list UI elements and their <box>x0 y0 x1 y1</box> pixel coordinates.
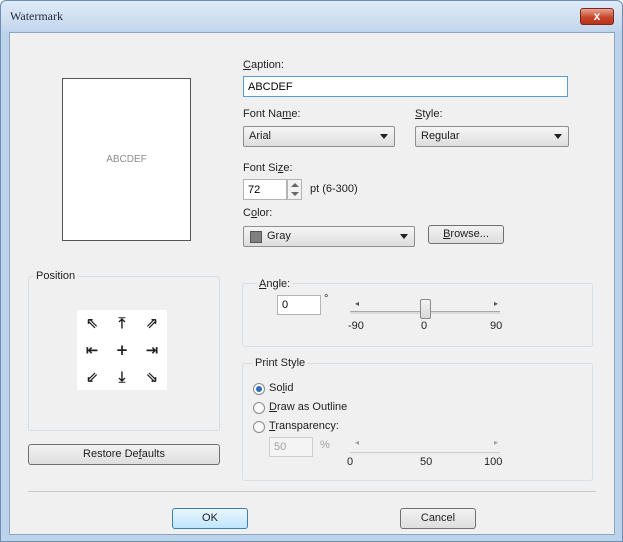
tick-right-icon: ▸ <box>494 299 499 308</box>
close-icon: x <box>593 9 601 23</box>
angle-min-label: -90 <box>348 320 364 332</box>
tick-left-icon: ◂ <box>355 299 360 308</box>
angle-max-label: 90 <box>490 320 503 332</box>
tick-right-icon: ▸ <box>494 438 499 447</box>
spin-down-icon[interactable] <box>291 192 299 196</box>
chevron-down-icon <box>380 134 388 139</box>
arrow-bottom-left-icon[interactable]: ⇙ <box>77 364 107 390</box>
dialog-body: ABCDEF Caption: Font Name: Arial Style: … <box>9 32 615 535</box>
transparency-min-label: 0 <box>347 456 354 468</box>
footer-divider <box>28 491 596 492</box>
solid-radio[interactable] <box>253 383 265 395</box>
chevron-down-icon <box>554 134 562 139</box>
color-swatch <box>250 231 262 243</box>
color-label: Color: <box>243 207 273 219</box>
transparency-label[interactable]: Transparency: <box>269 420 339 432</box>
font-name-value: Arial <box>249 130 272 142</box>
caption-label: Caption: <box>243 59 284 71</box>
arrow-top-icon[interactable]: ⤒ <box>107 310 137 336</box>
font-size-range: pt (6-300) <box>310 183 358 195</box>
style-select[interactable]: Regular <box>415 126 569 147</box>
outline-radio[interactable] <box>253 402 265 414</box>
outline-label[interactable]: Draw as Outline <box>269 401 347 413</box>
angle-input[interactable] <box>277 295 321 315</box>
title-bar[interactable]: Watermark x <box>1 1 622 31</box>
center-icon[interactable]: + <box>107 337 137 363</box>
restore-defaults-button[interactable]: Restore Defaults <box>28 444 220 465</box>
angle-label: Angle: <box>257 278 293 290</box>
transparency-mid-label: 50 <box>420 456 433 468</box>
arrow-bottom-right-icon[interactable]: ⇘ <box>137 364 167 390</box>
cancel-button[interactable]: Cancel <box>400 508 476 529</box>
caption-input[interactable] <box>243 76 568 97</box>
arrow-right-icon[interactable]: ⇥ <box>137 337 167 363</box>
font-name-select[interactable]: Arial <box>243 126 395 147</box>
font-size-label: Font Size: <box>243 162 293 174</box>
arrow-left-icon[interactable]: ⇤ <box>77 337 107 363</box>
font-size-input[interactable] <box>243 179 287 200</box>
font-size-spinner[interactable] <box>287 179 302 200</box>
transparency-slider-track[interactable] <box>350 452 500 455</box>
angle-slider-thumb[interactable] <box>419 299 431 319</box>
solid-label[interactable]: Solid <box>269 382 293 394</box>
position-grid: ⇖ ⤒ ⇗ ⇤ + ⇥ ⇙ ⤓ ⇘ <box>77 310 167 390</box>
chevron-down-icon <box>400 234 408 239</box>
watermark-preview: ABCDEF <box>62 78 191 241</box>
transparency-input[interactable] <box>269 437 313 457</box>
transparency-radio[interactable] <box>253 421 265 433</box>
style-label: Style: <box>415 108 443 120</box>
preview-text: ABCDEF <box>106 154 147 165</box>
watermark-dialog: Watermark x ABCDEF Caption: Font Name: A… <box>0 0 623 542</box>
arrow-top-right-icon[interactable]: ⇗ <box>137 310 167 336</box>
color-select[interactable]: Gray <box>243 226 415 247</box>
transparency-max-label: 100 <box>484 456 503 468</box>
print-style-title: Print Style <box>253 357 308 369</box>
close-button[interactable]: x <box>580 8 614 25</box>
ok-button[interactable]: OK <box>172 508 248 529</box>
angle-group <box>242 283 593 347</box>
transparency-unit: % <box>320 439 330 451</box>
tick-left-icon: ◂ <box>355 438 360 447</box>
color-value: Gray <box>267 230 291 242</box>
arrow-bottom-icon[interactable]: ⤓ <box>107 364 137 390</box>
style-value: Regular <box>421 130 460 142</box>
angle-mid-label: 0 <box>421 320 428 332</box>
browse-button[interactable]: Browse... <box>428 225 504 244</box>
window-title: Watermark <box>10 9 64 23</box>
spin-up-icon[interactable] <box>291 183 299 187</box>
arrow-top-left-icon[interactable]: ⇖ <box>77 310 107 336</box>
font-name-label: Font Name: <box>243 108 301 120</box>
position-group-title: Position <box>34 270 78 282</box>
angle-unit: ° <box>324 293 329 305</box>
